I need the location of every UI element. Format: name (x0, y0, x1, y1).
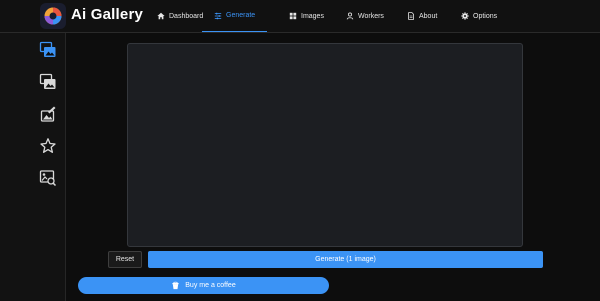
image-search-icon (39, 170, 57, 187)
image-to-image-icon (39, 73, 56, 89)
nav-options-label: Options (473, 12, 498, 20)
gear-icon (461, 12, 469, 20)
nav-workers-label: Workers (358, 12, 384, 20)
nav-generate[interactable]: Generate (202, 0, 268, 32)
home-icon (157, 12, 165, 20)
buy-me-a-coffee-button[interactable]: Buy me a coffee (78, 277, 329, 294)
inpainting-button[interactable] (39, 105, 57, 123)
top-navbar: Ai Gallery Dashboard Generate Images Wor… (0, 0, 600, 33)
nav-images-label: Images (301, 12, 324, 20)
sliders-icon (214, 12, 222, 19)
inpainting-icon (40, 106, 56, 122)
reset-button[interactable]: Reset (108, 251, 142, 268)
app-title: Ai Gallery (71, 6, 144, 23)
nav-images[interactable]: Images (289, 0, 324, 32)
sidebar (0, 33, 66, 301)
rate-images-button[interactable] (39, 137, 57, 155)
ai-gallery-logo[interactable] (40, 3, 66, 29)
image-to-image-button[interactable] (39, 73, 57, 91)
text-to-image-button[interactable] (39, 41, 57, 59)
document-icon (408, 12, 414, 20)
nav-dashboard-label: Dashboard (169, 12, 204, 20)
user-icon (346, 12, 354, 20)
text-to-image-icon (39, 41, 56, 57)
nav-generate-label: Generate (226, 12, 256, 19)
nav-about[interactable]: About (407, 0, 437, 32)
coffee-label: Buy me a coffee (185, 282, 236, 289)
image-search-button[interactable] (39, 169, 57, 187)
generate-button[interactable]: Generate (1 image) (148, 251, 543, 268)
grid-icon (289, 12, 297, 20)
nav-about-label: About (419, 12, 438, 20)
rate-star-icon (40, 138, 56, 153)
nav-workers[interactable]: Workers (346, 0, 384, 32)
image-preview-area (127, 43, 523, 247)
coffee-cup-icon (172, 281, 179, 290)
nav-options[interactable]: Options (461, 0, 497, 32)
nav-dashboard[interactable]: Dashboard (157, 0, 203, 32)
